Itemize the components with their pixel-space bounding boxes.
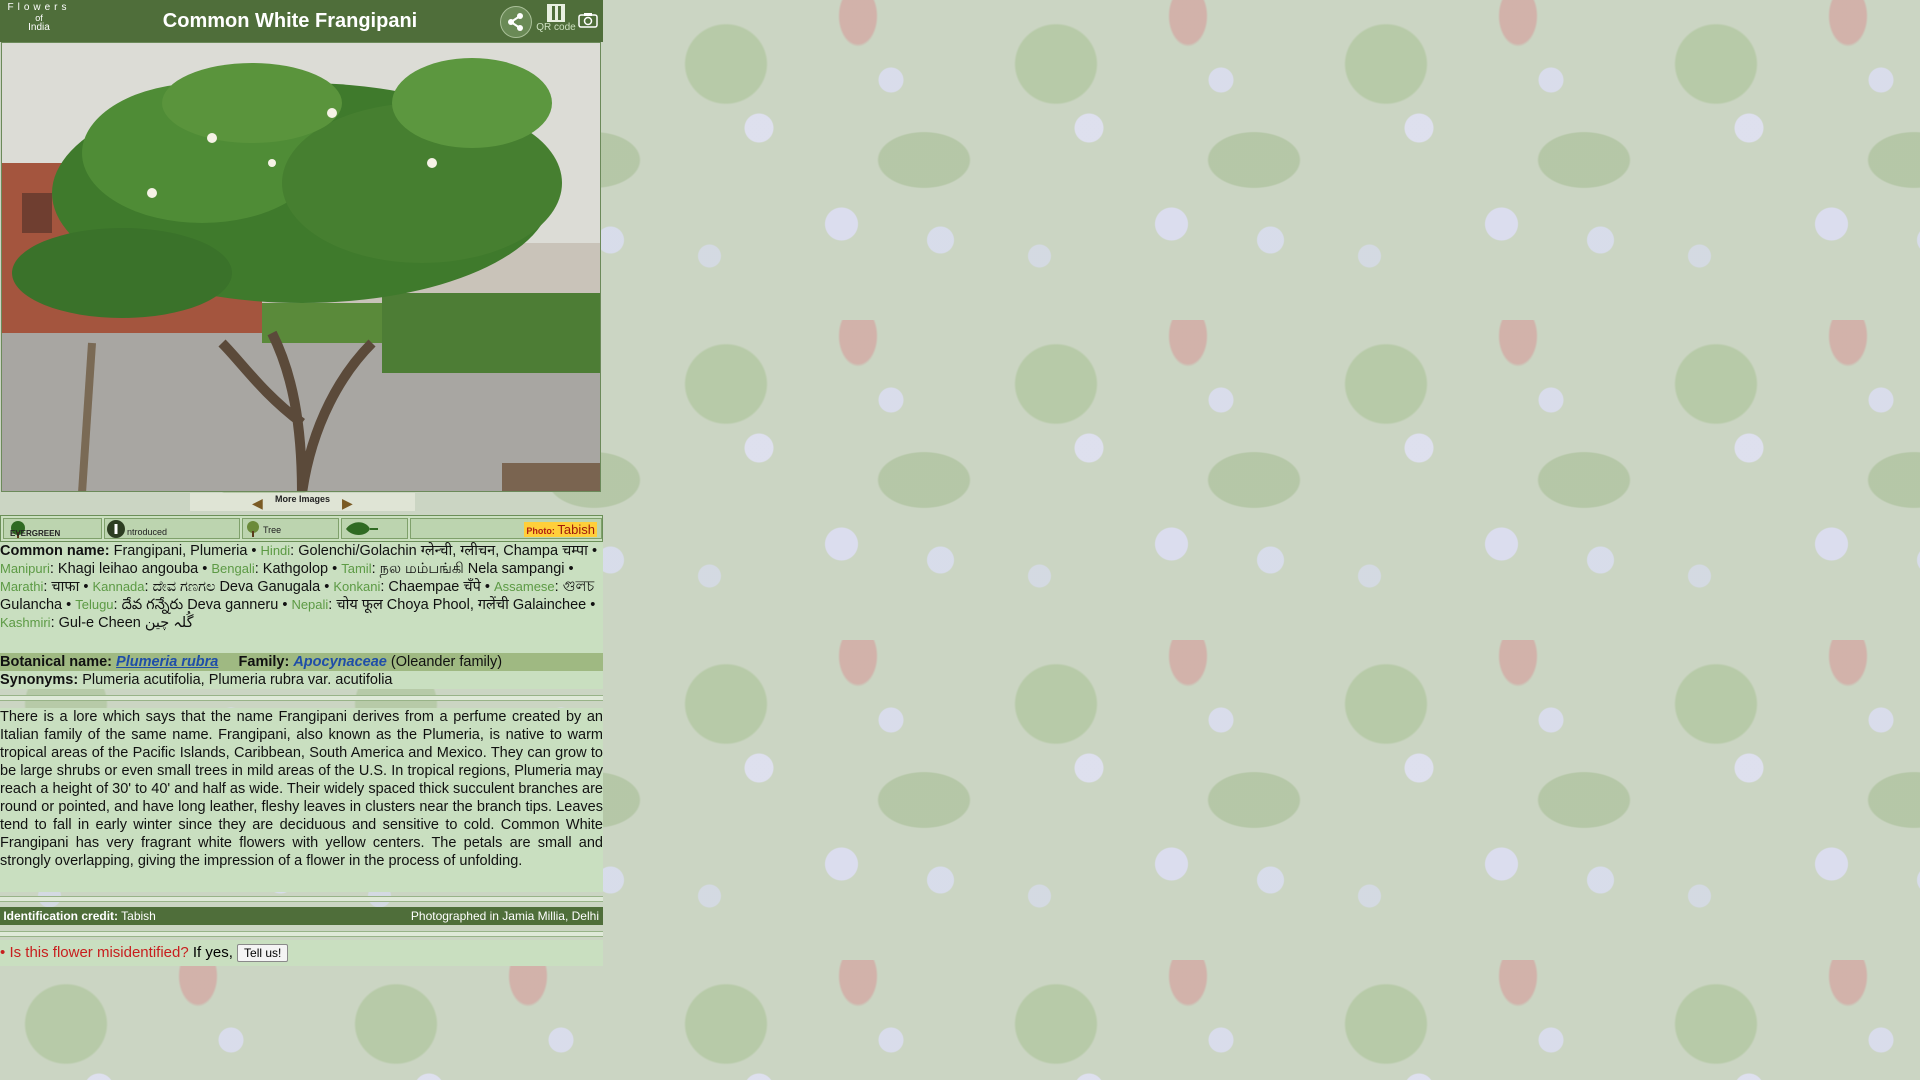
photo-credit-badge: Photo: Tabish xyxy=(410,518,602,539)
camera-icon[interactable] xyxy=(578,12,598,28)
botanical-section: Botanical name: Plumeria rubra Family: A… xyxy=(0,653,603,689)
flower-panel: Flowers of India Common White Frangipani… xyxy=(0,0,603,966)
qr-code-button[interactable]: QR code xyxy=(535,3,577,39)
title-bar: Flowers of India Common White Frangipani… xyxy=(0,0,603,42)
misidentified-question: Is this flower misidentified? xyxy=(9,944,189,961)
flowers-of-india-logo[interactable]: Flowers of India xyxy=(4,3,74,39)
synonyms-row: Synonyms: Plumeria acutifolia, Plumeria … xyxy=(0,671,603,689)
misidentified-bullet: • xyxy=(0,944,6,961)
photo-credit: Photo: Tabish xyxy=(524,522,597,537)
common-names-section: Common name: Frangipani, Plumeria • Hind… xyxy=(0,542,603,654)
divider xyxy=(0,896,603,902)
misidentified-row: • Is this flower misidentified? If yes, … xyxy=(0,940,603,966)
tree-icon xyxy=(247,521,259,537)
evergreen-badge[interactable]: EVERGREEN xyxy=(3,518,102,539)
photo-location: Photographed in Jamia Millia, Delhi xyxy=(410,909,599,923)
flower-photo[interactable] xyxy=(1,42,601,492)
more-images-link[interactable]: More Images xyxy=(260,494,345,504)
divider xyxy=(0,931,603,937)
more-images-nav: ◀ More Images ▶ xyxy=(190,493,415,511)
botanical-name-link[interactable]: Plumeria rubra xyxy=(116,654,218,670)
next-image-arrow-icon[interactable]: ▶ xyxy=(342,495,353,512)
page-title: Common White Frangipani xyxy=(162,10,418,32)
introduced-badge[interactable]: ntroduced xyxy=(104,518,240,539)
identification-credit-bar: Identification credit: Tabish Photograph… xyxy=(0,907,603,925)
description-text: There is a lore which says that the name… xyxy=(0,708,603,892)
attribute-icons-bar: EVERGREEN ntroduced Tree Photo: Tabish xyxy=(0,515,603,542)
share-icon[interactable] xyxy=(500,6,532,38)
leaf-shape-badge[interactable] xyxy=(341,518,408,539)
qr-code-icon xyxy=(547,4,565,22)
family-link[interactable]: Apocynaceae xyxy=(293,654,387,670)
introduced-icon xyxy=(107,520,125,538)
leaf-icon xyxy=(346,522,378,535)
tell-us-button[interactable]: Tell us! xyxy=(237,944,289,962)
tree-habit-badge[interactable]: Tree xyxy=(242,518,339,539)
divider xyxy=(0,695,603,701)
